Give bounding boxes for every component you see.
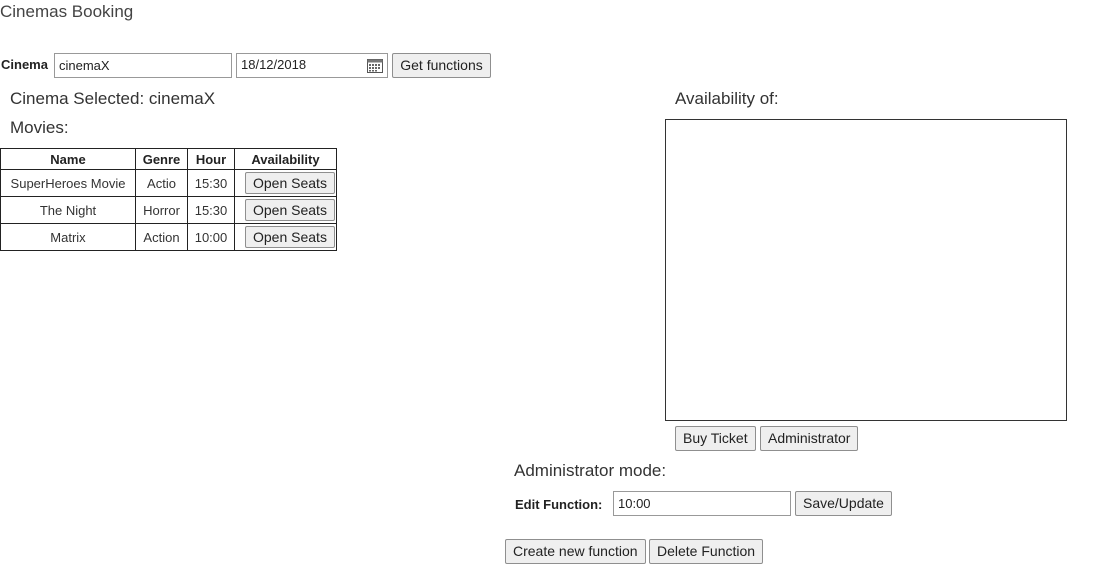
edit-function-input[interactable] — [613, 491, 791, 516]
administrator-button[interactable]: Administrator — [760, 426, 859, 451]
cinema-input[interactable] — [54, 53, 232, 78]
admin-mode-heading: Administrator mode: — [514, 461, 667, 480]
movie-genre-cell: Horror — [135, 196, 188, 224]
movie-genre-cell: Actio — [135, 169, 188, 197]
availability-cell: Open Seats — [234, 223, 337, 251]
open-seats-button[interactable]: Open Seats — [245, 172, 335, 194]
column-header-availability: Availability — [234, 148, 337, 170]
create-function-button[interactable]: Create new function — [505, 539, 646, 564]
availability-cell: Open Seats — [234, 169, 337, 197]
seat-availability-canvas[interactable] — [665, 119, 1067, 421]
movie-name-cell: Matrix — [0, 223, 136, 251]
open-seats-button[interactable]: Open Seats — [245, 226, 335, 248]
cinema-label: Cinema — [1, 57, 48, 72]
cinema-selected-label: Cinema Selected: cinemaX — [10, 89, 216, 108]
date-input[interactable] — [236, 53, 388, 78]
save-update-button[interactable]: Save/Update — [795, 491, 892, 516]
availability-heading: Availability of: — [675, 89, 779, 108]
buy-ticket-button[interactable]: Buy Ticket — [675, 426, 756, 451]
movie-name-cell: SuperHeroes Movie — [0, 169, 136, 197]
open-seats-button[interactable]: Open Seats — [245, 199, 335, 221]
movie-hour-cell: 15:30 — [187, 169, 235, 197]
app-title: Cinemas Booking — [0, 2, 134, 21]
movies-table: Name Genre Hour Availability SuperHeroes… — [0, 148, 337, 251]
movie-name-cell: The Night — [0, 196, 136, 224]
table-row: SuperHeroes Movie Actio 15:30 Open Seats — [0, 169, 337, 197]
movies-heading: Movies: — [10, 118, 69, 137]
column-header-name: Name — [0, 148, 136, 170]
edit-function-label: Edit Function: — [515, 497, 603, 512]
movie-hour-cell: 15:30 — [187, 196, 235, 224]
table-header-row: Name Genre Hour Availability — [0, 148, 337, 170]
column-header-hour: Hour — [187, 148, 235, 170]
get-functions-button[interactable]: Get functions — [392, 53, 491, 78]
movie-hour-cell: 10:00 — [187, 223, 235, 251]
date-field[interactable] — [237, 54, 363, 75]
table-row: Matrix Action 10:00 Open Seats — [0, 223, 337, 251]
calendar-icon[interactable] — [367, 58, 383, 73]
movie-genre-cell: Action — [135, 223, 188, 251]
table-row: The Night Horror 15:30 Open Seats — [0, 196, 337, 224]
availability-cell: Open Seats — [234, 196, 337, 224]
delete-function-button[interactable]: Delete Function — [649, 539, 764, 564]
column-header-genre: Genre — [135, 148, 188, 170]
